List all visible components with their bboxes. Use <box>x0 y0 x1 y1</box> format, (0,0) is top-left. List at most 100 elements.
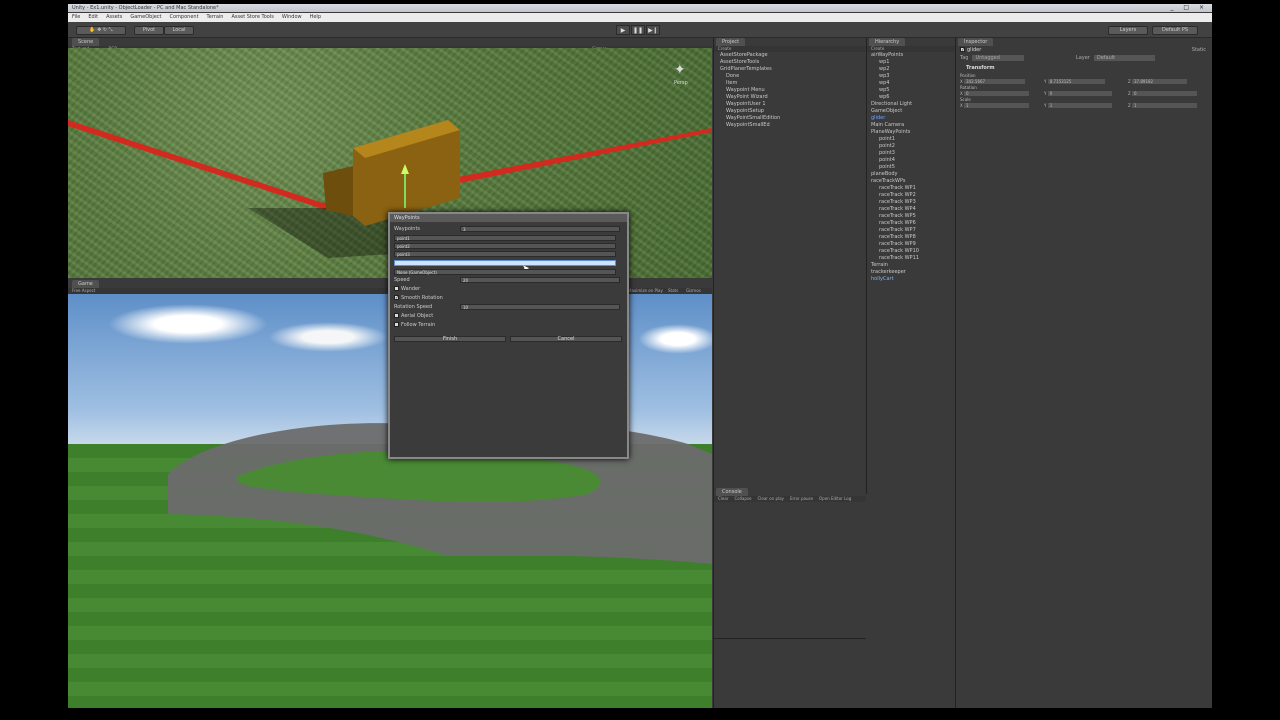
project-item[interactable]: Waypoint Menu <box>720 87 780 94</box>
hierarchy-item[interactable]: raceTrack WP4 <box>871 206 919 213</box>
hierarchy-item[interactable]: point3 <box>871 150 919 157</box>
project-item[interactable]: WaypointSmallEd <box>720 122 780 129</box>
hierarchy-item[interactable]: glider <box>871 115 919 122</box>
hierarchy-item[interactable]: wp4 <box>871 80 919 87</box>
console-error-pause-button[interactable]: Error pause <box>790 496 813 502</box>
menu-window[interactable]: Window <box>282 13 302 22</box>
scale-x[interactable]: 1 <box>964 103 1029 108</box>
console-clear-button[interactable]: Clear <box>718 496 728 502</box>
waypoints-count[interactable]: 3 <box>460 226 620 232</box>
speed-field[interactable]: 20 <box>460 277 620 283</box>
project-item[interactable]: WayPoint Wizard <box>720 94 780 101</box>
rotation-speed-field[interactable]: 10 <box>460 304 620 310</box>
console-collapse-button[interactable]: Collapse <box>734 496 751 502</box>
hierarchy-item[interactable]: hollyCart <box>871 276 919 283</box>
console-clear-on-play-button[interactable]: Clear on play <box>757 496 783 502</box>
menu-file[interactable]: File <box>72 13 80 22</box>
game-aspect[interactable]: Free Aspect <box>72 288 95 293</box>
hierarchy-item[interactable]: airWayPoints <box>871 52 919 59</box>
hierarchy-item[interactable]: Directional Light <box>871 101 919 108</box>
menu-asset-store-tools[interactable]: Asset Store Tools <box>231 13 273 22</box>
project-item[interactable]: Done <box>720 73 780 80</box>
pause-button[interactable]: ❚❚ <box>631 25 645 35</box>
hierarchy-item[interactable]: wp3 <box>871 73 919 80</box>
object-name-field[interactable]: glider <box>967 47 981 53</box>
waypoint-entry[interactable]: point2 <box>394 243 616 249</box>
project-item[interactable]: WayPointSmallEdition <box>720 115 780 122</box>
hierarchy-item[interactable]: point1 <box>871 136 919 143</box>
rotation-x[interactable]: 0 <box>964 91 1029 96</box>
cancel-button[interactable]: Cancel <box>510 336 622 342</box>
hierarchy-item[interactable]: planeBody <box>871 171 919 178</box>
hierarchy-item[interactable]: point5 <box>871 164 919 171</box>
scale-z[interactable]: 1 <box>1132 103 1197 108</box>
project-item[interactable]: Item <box>720 80 780 87</box>
hierarchy-item[interactable]: trackerkeeper <box>871 269 919 276</box>
tab-inspector[interactable]: Inspector <box>958 38 994 46</box>
hierarchy-item[interactable]: point2 <box>871 143 919 150</box>
layout-dropdown[interactable]: Default PS <box>1152 26 1198 35</box>
hierarchy-item[interactable]: raceTrack WP1 <box>871 185 919 192</box>
follow-terrain-checkbox[interactable] <box>394 322 399 327</box>
tab-project[interactable]: Project <box>716 38 746 46</box>
aerial-object-checkbox[interactable] <box>394 313 399 318</box>
position-y[interactable]: 8.7153125 <box>1047 79 1106 84</box>
scale-y[interactable]: 1 <box>1047 103 1113 108</box>
rotation-y[interactable]: 0 <box>1047 91 1113 96</box>
hierarchy-item[interactable]: raceTrack WP3 <box>871 199 919 206</box>
project-item[interactable]: WaypointSetup <box>720 108 780 115</box>
tab-game[interactable]: Game <box>72 280 99 288</box>
hierarchy-item[interactable]: wp5 <box>871 87 919 94</box>
project-item[interactable]: AssetStoreTools <box>720 59 780 66</box>
tab-hierarchy[interactable]: Hierarchy <box>869 38 906 46</box>
wander-row[interactable]: Wander <box>394 286 420 292</box>
step-button[interactable]: ▶❙ <box>646 25 660 35</box>
orientation-gizmo-icon[interactable]: ✦ <box>674 62 686 78</box>
hierarchy-item[interactable]: raceTrack WP10 <box>871 248 919 255</box>
layers-dropdown[interactable]: Layers <box>1108 26 1148 35</box>
menu-component[interactable]: Component <box>170 13 199 22</box>
follow-terrain-row[interactable]: Follow Terrain <box>394 322 435 328</box>
hierarchy-item[interactable]: PlaneWayPoints <box>871 129 919 136</box>
static-toggle[interactable]: Static <box>1192 47 1206 53</box>
tag-dropdown[interactable]: Untagged <box>972 55 1024 61</box>
project-item[interactable]: AssetStorePackage <box>720 52 780 59</box>
local-toggle[interactable]: Local <box>164 26 194 35</box>
hierarchy-item[interactable]: raceTrackWPs <box>871 178 919 185</box>
transform-tools[interactable]: ✋ ✥ ↻ ⤡ <box>76 26 126 35</box>
transform-component-header[interactable]: Transform <box>966 65 995 71</box>
menu-terrain[interactable]: Terrain <box>207 13 224 22</box>
hierarchy-item[interactable]: wp1 <box>871 59 919 66</box>
menu-assets[interactable]: Assets <box>106 13 122 22</box>
hierarchy-item[interactable]: point4 <box>871 157 919 164</box>
hierarchy-item[interactable]: raceTrack WP7 <box>871 227 919 234</box>
hierarchy-item[interactable]: wp6 <box>871 94 919 101</box>
finish-button[interactable]: Finish <box>394 336 506 342</box>
smooth-rotation-row[interactable]: ✓ Smooth Rotation <box>394 295 443 301</box>
waypoint-entry[interactable]: point3 <box>394 251 616 257</box>
hierarchy-item[interactable]: raceTrack WP11 <box>871 255 919 262</box>
pivot-toggle[interactable]: Pivot <box>134 26 164 35</box>
hierarchy-item[interactable]: raceTrack WP6 <box>871 220 919 227</box>
waypoint-entry-selected[interactable] <box>394 260 616 266</box>
rotation-z[interactable]: 0 <box>1132 91 1197 96</box>
menu-help[interactable]: Help <box>310 13 321 22</box>
smooth-rotation-checkbox[interactable]: ✓ <box>394 295 399 301</box>
active-checkbox[interactable]: ✓ <box>960 47 965 53</box>
window-controls[interactable]: _ □ × <box>1170 4 1208 12</box>
hierarchy-item[interactable]: wp2 <box>871 66 919 73</box>
wander-checkbox[interactable] <box>394 286 399 291</box>
position-z[interactable]: 37.89182 <box>1132 79 1188 84</box>
hierarchy-item[interactable]: raceTrack WP9 <box>871 241 919 248</box>
hierarchy-item[interactable]: raceTrack WP2 <box>871 192 919 199</box>
project-item[interactable]: WaypointUser 1 <box>720 101 780 108</box>
tab-console[interactable]: Console <box>716 488 748 496</box>
tab-scene[interactable]: Scene <box>72 38 100 46</box>
hierarchy-item[interactable]: Terrain <box>871 262 919 269</box>
position-x[interactable]: 342.5667 <box>964 79 1026 84</box>
menu-edit[interactable]: Edit <box>88 13 98 22</box>
aerial-object-row[interactable]: Aerial Object <box>394 313 433 319</box>
waypoint-entry[interactable]: point1 <box>394 235 616 241</box>
play-button[interactable]: ▶ <box>616 25 630 35</box>
project-item[interactable]: GridPlanerTemplates <box>720 66 780 73</box>
